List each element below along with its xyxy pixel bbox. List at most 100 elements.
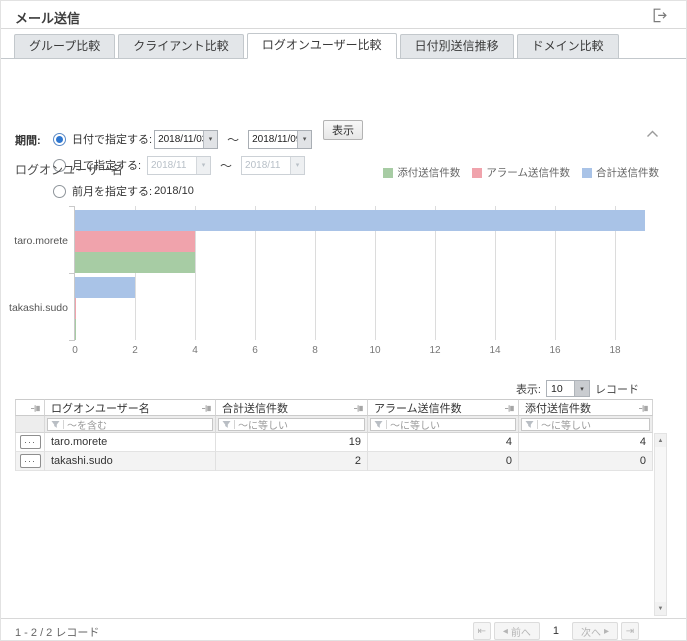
tab-item[interactable]: グループ比較 [14,34,115,59]
tab-item[interactable]: 日付別送信推移 [400,34,514,59]
filter-separator [63,420,64,429]
scroll-down-icon[interactable]: ▼ [655,602,666,615]
chevron-down-icon[interactable]: ▾ [297,131,311,148]
vertical-scrollbar[interactable]: ▲ ▼ [654,433,667,616]
tab-item[interactable]: クライアント比較 [118,34,244,59]
legend-swatch [472,168,482,178]
column-header-label: 合計送信件数 [222,400,288,416]
grid-header-action-cell [15,399,45,416]
chart-title: ログオンユーザー名 [15,161,123,178]
table-row: ···takashi.sudo200 [15,452,653,471]
date-from-select[interactable]: 2018/11/03 ▾ [154,130,218,149]
chart-bar [75,210,645,231]
date-from-value: 2018/11/03 [155,131,203,148]
last-page-icon: ⇥ [626,626,634,637]
filter-separator [537,420,538,429]
tab-item[interactable]: ドメイン比較 [517,34,619,59]
header: メール送信 [1,1,686,29]
pin-column-icon[interactable] [31,404,41,413]
pin-column-icon[interactable] [505,404,515,413]
chart-bar [75,319,76,340]
last-page-button[interactable]: ⇥ [621,622,639,640]
next-page-icon: ▸ [604,626,609,637]
grid-filter-cell: ～を含む [45,416,216,433]
chevron-down-icon[interactable]: ▾ [203,131,217,148]
axis-tick [69,206,75,207]
scroll-up-icon[interactable]: ▲ [655,434,666,447]
chart-bar [75,298,76,319]
filter-input[interactable]: ～を含む [47,418,213,431]
x-tick-label: 16 [549,345,560,356]
grid-header-cell[interactable]: アラーム送信件数 [368,399,519,416]
radio-date-range[interactable] [53,133,66,146]
prev-page-button[interactable]: ◂前へ [494,622,540,640]
records-info: 1 - 2 / 2 レコード [15,624,99,640]
date-to-select[interactable]: 2018/11/09 ▾ [248,130,312,149]
legend-swatch [582,168,592,178]
filter-funnel-icon[interactable] [374,420,383,429]
table-cell: taro.morete [45,433,216,452]
next-page-label: 次へ [581,624,601,639]
bar-chart: taro.moretetakashi.sudo024681012141618 [74,206,662,340]
table-row: ···taro.morete1944 [15,433,653,452]
first-page-icon: ⇤ [478,626,486,637]
app-window: メール送信 グループ比較クライアント比較ログオンユーザー比較日付別送信推移ドメイ… [0,0,687,641]
pin-column-icon[interactable] [354,404,364,413]
filter-funnel-icon[interactable] [525,420,534,429]
x-tick-label: 12 [429,345,440,356]
table-cell: 0 [368,452,519,471]
chevron-down-icon: ▾ [196,157,210,174]
row-more-button[interactable]: ··· [20,435,41,449]
pin-column-icon[interactable] [639,404,649,413]
page-size-select[interactable]: 10 ▾ [546,380,590,397]
table-cell: 4 [519,433,653,452]
first-page-button[interactable]: ⇤ [473,622,491,640]
grid-header-cell[interactable]: 合計送信件数 [216,399,368,416]
grid-filter-action-cell [15,416,45,433]
grid-header-cell[interactable]: 添付送信件数 [519,399,653,416]
table-cell: 4 [368,433,519,452]
next-page-button[interactable]: 次へ▸ [572,622,618,640]
page-size-suffix: レコード [595,381,639,397]
period-option-date: 日付で指定する: 2018/11/03 ▾ ～ 2018/11/09 ▾ [53,129,312,149]
grid-filter-row: ～を含む ～に等しい ～に等しい ～に等しい [15,416,653,433]
month-to-value: 2018/11 [242,157,290,174]
tab-item[interactable]: ログオンユーザー比較 [247,33,397,59]
chart-legend: 添付送信件数アラーム送信件数合計送信件数 [383,165,659,180]
x-tick-label: 14 [489,345,500,356]
axis-tick [69,340,75,341]
table-cell: takashi.sudo [45,452,216,471]
grid-filter-cell: ～に等しい [216,416,368,433]
pin-column-icon[interactable] [202,404,212,413]
logout-icon[interactable] [652,8,668,23]
filter-input[interactable]: ～に等しい [218,418,365,431]
filter-funnel-icon[interactable] [222,420,231,429]
x-tick-label: 6 [252,345,258,356]
grid-body: ···taro.morete1944···takashi.sudo200 [15,433,667,471]
chevron-down-icon: ▾ [290,157,304,174]
month-from-value: 2018/11 [148,157,196,174]
row-more-button[interactable]: ··· [20,454,41,468]
category-label: taro.morete [0,235,68,247]
radio-prev-month[interactable] [53,185,66,198]
filter-input[interactable]: ～に等しい [521,418,650,431]
range-separator: ～ [227,131,239,148]
collapse-panel-icon[interactable] [646,130,659,138]
chevron-down-icon[interactable]: ▾ [574,381,589,396]
table-cell: 0 [519,452,653,471]
table-cell: 2 [216,452,368,471]
prev-month-value: 2018/10 [154,185,194,197]
filter-funnel-icon[interactable] [51,420,60,429]
row-action-cell: ··· [15,452,45,471]
x-tick-label: 8 [312,345,318,356]
period-option-prev-month: 前月を指定する: 2018/10 [53,181,194,201]
grid-header-cell[interactable]: ログオンユーザー名 [45,399,216,416]
filter-input[interactable]: ～に等しい [370,418,516,431]
page-size-control: 表示: 10 ▾ レコード [516,380,639,397]
column-header-label: アラーム送信件数 [374,400,462,416]
show-button[interactable]: 表示 [323,120,363,140]
grid-header-row: ログオンユーザー名合計送信件数 アラーム送信件数 添付送信件数 [15,399,653,416]
table-cell: 19 [216,433,368,452]
month-from-select: 2018/11 ▾ [147,156,211,175]
period-label: 期間: [15,132,41,148]
